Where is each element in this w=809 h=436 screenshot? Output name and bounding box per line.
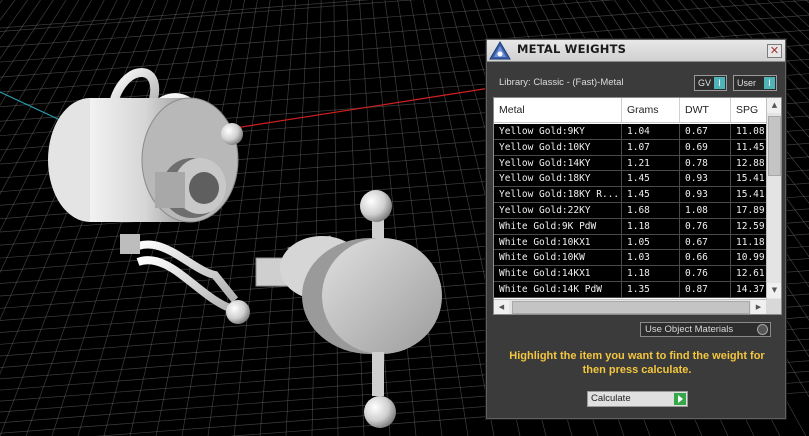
- table-row[interactable]: Yellow Gold:18KY R... 1.45 0.93 15.41: [494, 187, 767, 203]
- grams-cell: 1.07: [622, 139, 680, 155]
- metal-weights-panel: METAL WEIGHTS ✕ Library: Classic - (Fast…: [486, 39, 786, 419]
- metal-cell: Yellow Gold:14KY: [494, 155, 622, 171]
- radio-icon: [757, 324, 768, 335]
- horizontal-scrollbar[interactable]: ◀ ▶: [494, 299, 766, 314]
- metal-cell: White Gold:14KX1: [494, 266, 622, 282]
- metal-cell: White Gold:10KX1: [494, 234, 622, 250]
- scroll-left-icon[interactable]: ◀: [494, 300, 509, 314]
- table-row[interactable]: Yellow Gold:14KY 1.21 0.78 12.88: [494, 155, 767, 172]
- metal-cell: Yellow Gold:18KY R...: [494, 187, 622, 203]
- horizontal-scroll-thumb[interactable]: [512, 301, 750, 314]
- table-row[interactable]: White Gold:10KX1 1.05 0.67 11.18: [494, 234, 767, 251]
- dwt-cell: 0.93: [680, 187, 731, 203]
- dwt-cell: 0.78: [680, 155, 731, 171]
- gv-toggle-label: GV: [698, 78, 712, 88]
- grams-cell: 1.45: [622, 171, 680, 187]
- metal-cell: White Gold:9K PdW: [494, 218, 622, 234]
- dwt-cell: 0.93: [680, 171, 731, 187]
- dwt-cell: 0.69: [680, 139, 731, 155]
- dwt-cell: 0.76: [680, 218, 731, 234]
- instruction-hint: Highlight the item you want to find the …: [509, 350, 765, 376]
- table-row[interactable]: Yellow Gold:22KY 1.68 1.08 17.89: [494, 202, 767, 219]
- grams-cell: 1.35: [622, 281, 680, 297]
- dwt-cell: 0.67: [680, 124, 731, 139]
- dwt-cell: 1.08: [680, 202, 731, 218]
- spg-cell: 10.99: [731, 250, 767, 266]
- spg-cell: 15.41: [731, 187, 767, 203]
- gv-toggle-indicator: I: [714, 77, 725, 89]
- metal-weights-table: Metal Grams DWT SPG Yellow Gold:9KY 1.04 0…: [493, 97, 782, 315]
- column-header-grams[interactable]: Grams: [622, 98, 680, 123]
- table-row[interactable]: White Gold:9K PdW 1.18 0.76 12.59: [494, 218, 767, 235]
- metal-cell: White Gold:14K PdW: [494, 281, 622, 297]
- spg-cell: 12.61: [731, 266, 767, 282]
- spg-cell: 12.88: [731, 155, 767, 171]
- table-row[interactable]: Yellow Gold:10KY 1.07 0.69 11.45: [494, 139, 767, 156]
- metal-cell: Yellow Gold:10KY: [494, 139, 622, 155]
- disk-toggle-model[interactable]: [255, 190, 442, 428]
- column-header-metal[interactable]: Metal: [494, 98, 622, 123]
- spg-cell: 14.37: [731, 281, 767, 297]
- vertical-scroll-thumb[interactable]: [768, 116, 781, 176]
- gv-toggle[interactable]: GV I: [694, 75, 727, 91]
- metal-cell: Yellow Gold:9KY: [494, 124, 622, 139]
- user-toggle[interactable]: User I: [733, 75, 777, 91]
- spg-cell: 12.59: [731, 218, 767, 234]
- table-header: Metal Grams DWT SPG: [494, 98, 767, 123]
- spg-cell: 17.89: [731, 202, 767, 218]
- user-toggle-indicator: I: [764, 77, 775, 89]
- grams-cell: 1.21: [622, 155, 680, 171]
- grams-cell: 1.18: [622, 218, 680, 234]
- panel-title-bar[interactable]: METAL WEIGHTS ✕: [487, 40, 785, 62]
- scroll-up-icon[interactable]: ▲: [767, 98, 781, 113]
- grams-cell: 1.68: [622, 202, 680, 218]
- grams-cell: 1.45: [622, 187, 680, 203]
- table-body: Yellow Gold:9KY 1.04 0.67 11.08 Yellow Gold:…: [494, 124, 767, 298]
- calculate-button[interactable]: Calculate: [587, 391, 688, 407]
- dwt-cell: 0.87: [680, 281, 731, 297]
- table-row[interactable]: Yellow Gold:18KY 1.45 0.93 15.41: [494, 171, 767, 188]
- metal-cell: Yellow Gold:18KY: [494, 171, 622, 187]
- table-row[interactable]: White Gold:14KX1 1.18 0.76 12.61: [494, 266, 767, 282]
- scroll-right-icon[interactable]: ▶: [751, 300, 766, 314]
- metal-cell: White Gold:10KW: [494, 250, 622, 266]
- scroll-down-icon[interactable]: ▼: [767, 283, 781, 298]
- scrollbar-corner: [766, 299, 781, 314]
- library-label: Library: Classic - (Fast)-Metal: [499, 77, 624, 88]
- spg-cell: 11.08: [731, 124, 767, 139]
- app-logo-icon: [489, 41, 511, 60]
- column-header-dwt[interactable]: DWT: [680, 98, 731, 123]
- panel-title: METAL WEIGHTS: [517, 42, 627, 56]
- cylinder-clasp-model[interactable]: [48, 68, 250, 325]
- grams-cell: 1.03: [622, 250, 680, 266]
- calculate-label: Calculate: [591, 393, 631, 404]
- spg-cell: 15.41: [731, 171, 767, 187]
- table-row[interactable]: Yellow Gold:9KY 1.04 0.67 11.08: [494, 124, 767, 140]
- table-row[interactable]: White Gold:14K PdW 1.35 0.87 14.37: [494, 281, 767, 298]
- column-header-spg[interactable]: SPG: [731, 98, 767, 123]
- spg-cell: 11.18: [731, 234, 767, 250]
- user-toggle-label: User: [737, 78, 757, 88]
- vertical-scrollbar[interactable]: ▲ ▼: [766, 98, 781, 299]
- use-object-materials-option[interactable]: Use Object Materials: [640, 322, 771, 337]
- dwt-cell: 0.76: [680, 266, 731, 282]
- dwt-cell: 0.66: [680, 250, 731, 266]
- metal-cell: Yellow Gold:22KY: [494, 202, 622, 218]
- dwt-cell: 0.67: [680, 234, 731, 250]
- grams-cell: 1.04: [622, 124, 680, 139]
- use-object-materials-label: Use Object Materials: [645, 324, 734, 335]
- table-row[interactable]: White Gold:10KW 1.03 0.66 10.99: [494, 250, 767, 267]
- grams-cell: 1.05: [622, 234, 680, 250]
- spg-cell: 11.45: [731, 139, 767, 155]
- grams-cell: 1.18: [622, 266, 680, 282]
- close-button[interactable]: ✕: [767, 44, 782, 58]
- play-arrow-icon: [674, 393, 686, 405]
